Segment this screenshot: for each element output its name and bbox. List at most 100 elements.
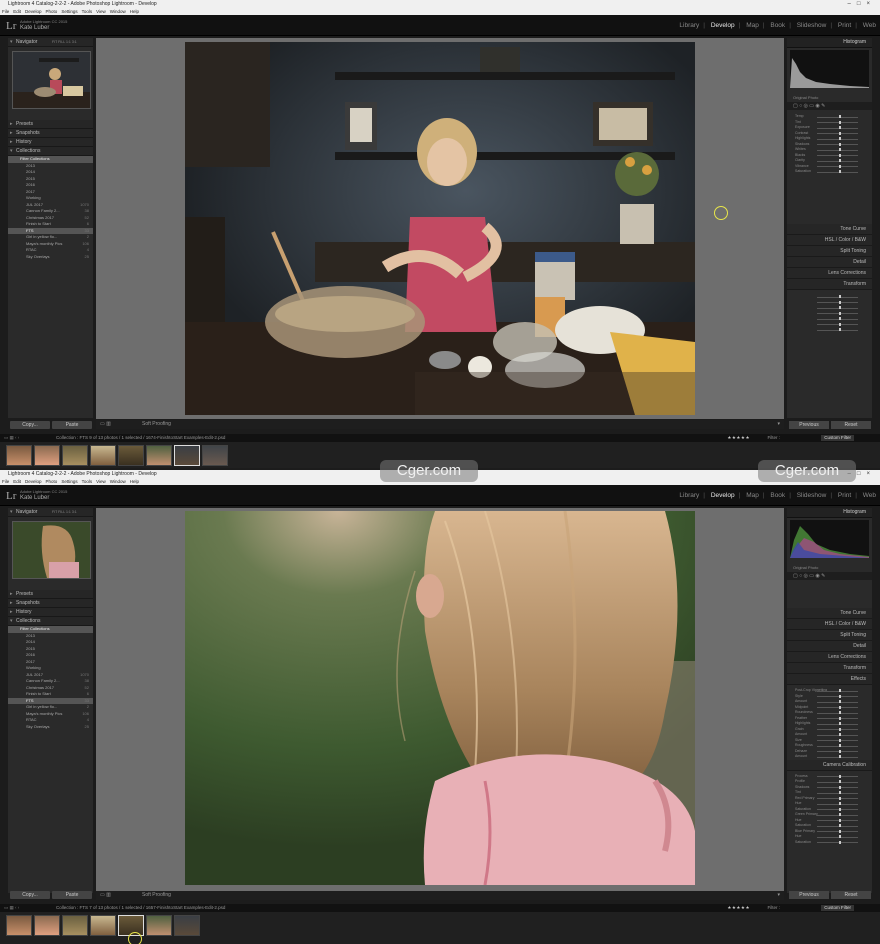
rating-filter-stars[interactable]: ★★★★★ (727, 904, 750, 912)
slider-knob[interactable] (839, 153, 841, 157)
slider-knob[interactable] (839, 705, 841, 709)
filmstrip-source[interactable]: Collection : FTS 9 of 13 photos / 1 sele… (56, 434, 225, 442)
adjustment-slider[interactable]: Saturation (787, 840, 872, 846)
right-section-header[interactable]: Effects (787, 674, 872, 685)
slider-knob[interactable] (839, 807, 841, 811)
menu-help[interactable]: Help (130, 479, 139, 484)
module-print[interactable]: Print (838, 22, 851, 29)
slider-knob[interactable] (839, 727, 841, 731)
right-section-header[interactable]: Lens Corrections (787, 652, 872, 663)
menu-view[interactable]: View (96, 479, 106, 484)
panel-history[interactable]: History (8, 608, 93, 617)
copy-button[interactable]: Copy... (10, 891, 50, 899)
navigator-thumbnail[interactable] (12, 51, 91, 109)
slider-knob[interactable] (839, 813, 841, 816)
menu-photo[interactable]: Photo (46, 479, 58, 484)
navigator-zoom-modes[interactable]: FIT FILL 1:1 3:1 (52, 508, 77, 516)
right-section-header[interactable]: HSL / Color / B&W (787, 619, 872, 630)
slider-knob[interactable] (839, 170, 841, 173)
module-develop[interactable]: Develop (711, 22, 735, 29)
soft-proofing-toggle[interactable]: Soft Proofing (142, 420, 171, 429)
navigator-thumbnail[interactable] (12, 521, 91, 579)
custom-filter-dropdown[interactable]: Custom Filter (821, 435, 854, 441)
filmstrip-thumb[interactable] (6, 445, 32, 466)
original-photo-checkbox[interactable]: Original Photo (787, 95, 872, 102)
menu-tools[interactable]: Tools (82, 9, 93, 14)
right-section-header[interactable]: HSL / Color / B&W (787, 235, 872, 246)
right-section-header[interactable]: Split Toning (787, 246, 872, 257)
collection-item[interactable]: Sky Overlays 25 (8, 254, 93, 261)
original-photo-checkbox[interactable]: Original Photo (787, 565, 872, 572)
right-section-header[interactable]: Transform (787, 279, 872, 290)
slider-knob[interactable] (839, 711, 841, 714)
custom-filter-dropdown[interactable]: Custom Filter (821, 905, 854, 911)
adjustment-slider[interactable]: Saturation (787, 169, 872, 175)
right-section-header[interactable]: Lens Corrections (787, 268, 872, 279)
panel-snapshots[interactable]: Snapshots (8, 129, 93, 138)
menu-develop[interactable]: Develop (25, 9, 42, 14)
slider-knob[interactable] (839, 785, 841, 789)
filmstrip-thumb[interactable] (90, 445, 116, 466)
filmstrip-thumb[interactable] (34, 915, 60, 936)
right-section-header[interactable]: Tone Curve (787, 608, 872, 619)
paste-button[interactable]: Paste (52, 891, 92, 899)
menu-settings[interactable]: Settings (61, 9, 77, 14)
menu-view[interactable]: View (96, 9, 106, 14)
tool-strip[interactable]: ▢ ○ ◎ ▭ ◉ ✎ (787, 102, 872, 110)
toolbar-menu-icon[interactable]: ▾ (777, 891, 780, 900)
filmstrip-thumb[interactable] (202, 445, 228, 466)
module-book[interactable]: Book (770, 492, 785, 499)
panel-histogram[interactable]: Histogram (787, 38, 872, 48)
slider-knob[interactable] (839, 115, 841, 118)
panel-presets[interactable]: Presets (8, 120, 93, 129)
slider-knob[interactable] (839, 802, 841, 805)
slider-knob[interactable] (839, 689, 841, 692)
filmstrip-source[interactable]: Collection : FTS 7 of 13 photos / 1 sele… (56, 904, 225, 912)
menu-help[interactable]: Help (130, 9, 139, 14)
loupe-view-icon[interactable]: ▭ ▥ (100, 891, 111, 900)
module-slideshow[interactable]: Slideshow (797, 22, 827, 29)
tool-strip[interactable]: ▢ ○ ◎ ▭ ◉ ✎ (787, 572, 872, 580)
menu-tools[interactable]: Tools (82, 479, 93, 484)
slider-knob[interactable] (839, 700, 841, 703)
slider-knob[interactable] (839, 774, 841, 778)
module-map[interactable]: Map (746, 492, 759, 499)
slider-knob[interactable] (839, 749, 841, 753)
slider-knob[interactable] (839, 791, 841, 794)
menu-develop[interactable]: Develop (25, 479, 42, 484)
reset-button[interactable]: Reset (831, 421, 871, 429)
slider-knob[interactable] (839, 840, 841, 844)
slider-knob[interactable] (839, 142, 841, 146)
menu-edit[interactable]: Edit (13, 479, 21, 484)
menu-window[interactable]: Window (110, 9, 126, 14)
module-library[interactable]: Library (679, 22, 699, 29)
filmstrip-nav-icons[interactable]: ▭ ▦ ‹ › (4, 904, 19, 912)
slider-knob[interactable] (839, 126, 841, 129)
panel-histogram[interactable]: Histogram (787, 508, 872, 518)
panel-snapshots[interactable]: Snapshots (8, 599, 93, 608)
histogram-graph[interactable] (790, 50, 869, 88)
right-section-header[interactable]: Transform (787, 663, 872, 674)
photo-girl-baking[interactable] (185, 42, 695, 415)
filmstrip-thumb[interactable] (62, 915, 88, 936)
previous-button[interactable]: Previous (789, 421, 829, 429)
slider-knob[interactable] (839, 755, 841, 758)
slider-knob[interactable] (839, 796, 841, 800)
right-section-header[interactable]: Detail (787, 641, 872, 652)
menu-photo[interactable]: Photo (46, 9, 58, 14)
filmstrip-nav-icons[interactable]: ▭ ▦ ‹ › (4, 434, 19, 442)
filmstrip-thumb[interactable] (174, 915, 200, 936)
slider-knob[interactable] (839, 164, 841, 168)
module-slideshow[interactable]: Slideshow (797, 492, 827, 499)
module-web[interactable]: Web (863, 22, 876, 29)
slider-knob[interactable] (839, 694, 841, 698)
slider-knob[interactable] (839, 744, 841, 747)
filmstrip-thumb[interactable] (6, 915, 32, 936)
module-print[interactable]: Print (838, 492, 851, 499)
slider-knob[interactable] (839, 835, 841, 838)
panel-presets[interactable]: Presets (8, 590, 93, 599)
filmstrip-thumb[interactable] (146, 445, 172, 466)
loupe-view-icon[interactable]: ▭ ▥ (100, 420, 111, 429)
panel-navigator[interactable]: NavigatorFIT FILL 1:1 3:1 (8, 508, 93, 517)
slider-knob[interactable] (839, 131, 841, 135)
